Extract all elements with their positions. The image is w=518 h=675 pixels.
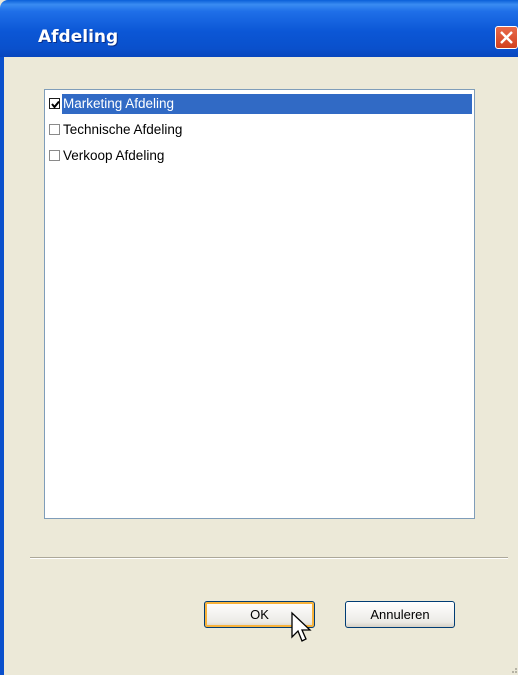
list-item-label: Marketing Afdeling	[62, 94, 472, 114]
department-listbox[interactable]: Marketing Afdeling Technische Afdeling V…	[44, 89, 475, 519]
mouse-cursor-icon	[291, 611, 312, 642]
checkbox-marketing[interactable]	[49, 98, 60, 109]
checkbox-verkoop[interactable]	[49, 150, 60, 161]
list-item-verkoop[interactable]: Verkoop Afdeling	[47, 146, 472, 166]
cancel-button[interactable]: Annuleren	[345, 601, 455, 628]
close-icon	[500, 31, 513, 44]
separator-line	[30, 557, 508, 559]
list-item-label: Technische Afdeling	[63, 122, 183, 137]
close-button[interactable]	[495, 26, 518, 49]
resize-grip-icon[interactable]	[509, 665, 518, 674]
dialog-window: Afdeling Marketing Afdeling Technische A…	[0, 0, 518, 675]
checkbox-technische[interactable]	[49, 124, 60, 135]
window-title: Afdeling	[38, 27, 119, 47]
checkmark-icon	[51, 100, 60, 109]
list-item-label: Verkoop Afdeling	[63, 148, 165, 163]
title-bar[interactable]: Afdeling	[0, 0, 518, 57]
list-item-technische[interactable]: Technische Afdeling	[47, 120, 472, 140]
window-left-border	[0, 57, 4, 675]
list-item-marketing[interactable]: Marketing Afdeling	[47, 94, 472, 114]
